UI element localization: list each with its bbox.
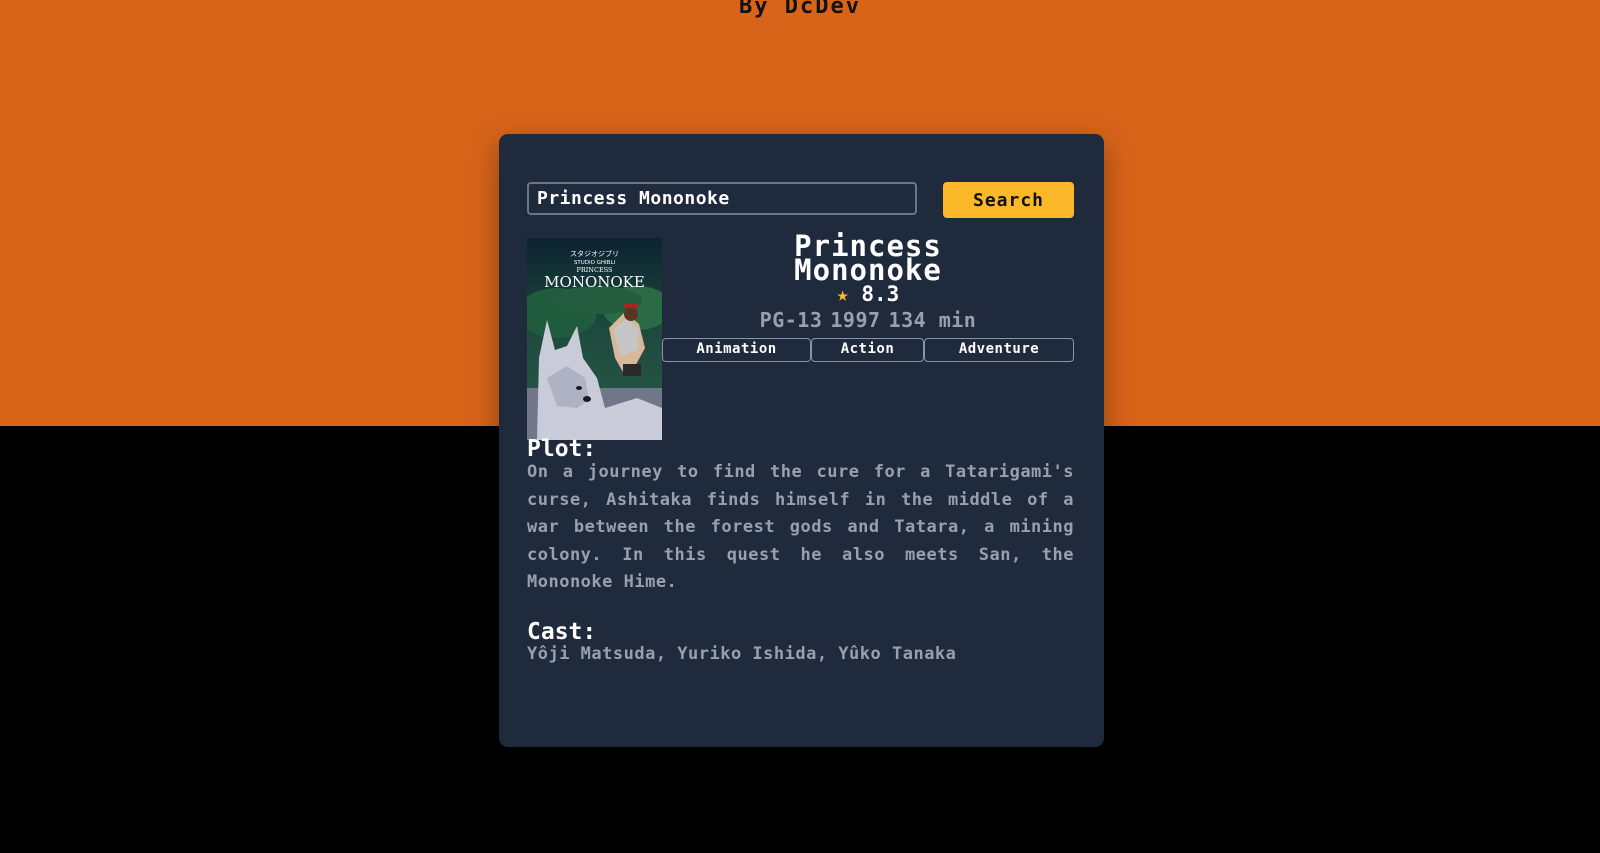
movie-meta: PG-13 1997 134 min [662, 308, 1074, 332]
search-button[interactable]: Search [943, 182, 1074, 218]
cast-text: Yôji Matsuda, Yuriko Ishida, Yûko Tanaka [527, 644, 957, 664]
runtime: 134 min [888, 308, 977, 332]
movie-poster: スタジオジブリ STUDIO GHIBLI PRINCESS MONONOKE [527, 238, 662, 440]
poster-title-line2: MONONOKE [544, 273, 645, 291]
plot-text: On a journey to find the cure for a Tata… [527, 462, 1074, 592]
rating-value: 8.3 [861, 282, 900, 306]
search-input[interactable] [527, 182, 917, 215]
year: 1997 [830, 308, 881, 332]
movie-card: Search [499, 134, 1104, 747]
author-byline: By DcDev [739, 0, 861, 19]
plot-heading: Plot: [527, 436, 597, 462]
genre-list: Animation Action Adventure [662, 338, 1074, 362]
poster-image: スタジオジブリ STUDIO GHIBLI PRINCESS MONONOKE [527, 238, 662, 440]
genre-tag: Action [811, 338, 924, 362]
movie-rating: ★ 8.3 [662, 282, 1074, 306]
poster-studio-jp: スタジオジブリ [570, 249, 619, 258]
genre-tag: Animation [662, 338, 811, 362]
page: By DcDev Search [0, 0, 1600, 853]
genre-tag: Adventure [924, 338, 1074, 362]
movie-title: Princess Mononoke [794, 229, 942, 287]
rated: PG-13 [759, 308, 823, 332]
star-icon: ★ [836, 282, 849, 306]
movie-info: Princess Mononoke ★ 8.3 PG-13 1997 134 min… [662, 229, 1074, 362]
cast-heading: Cast: [527, 619, 597, 645]
